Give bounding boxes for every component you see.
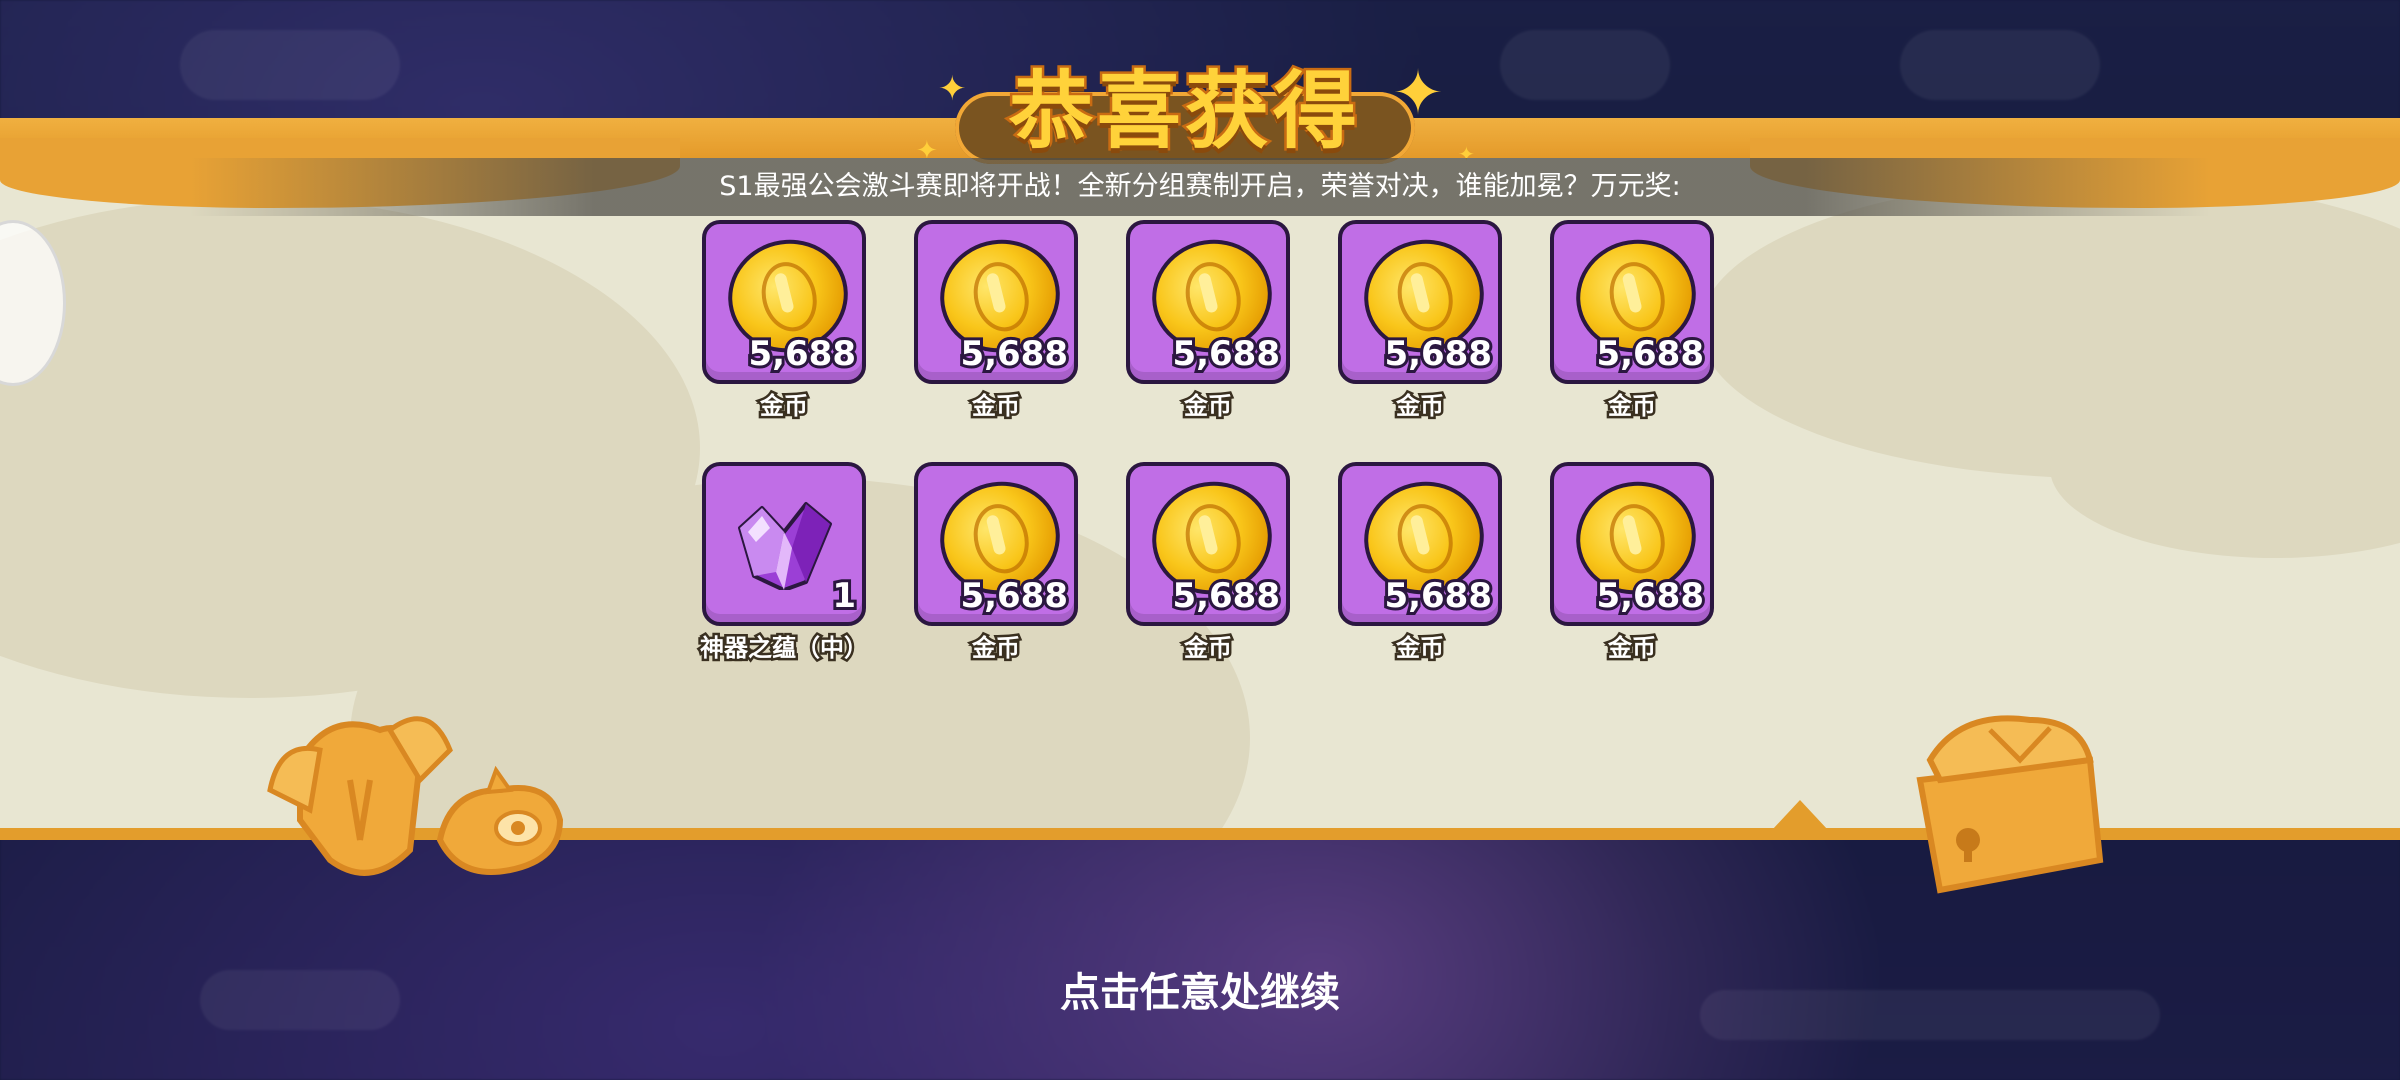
sparkle-icon: ✦ [1392, 56, 1444, 129]
reward-name: 金币 [1394, 390, 1447, 423]
reward-grid: 5,688 金币 5,688 金币 5,688 金币 5,688 金币 5,68… [678, 214, 1738, 682]
reward-tile: 5,688 [1550, 220, 1714, 384]
reward-count: 5,688 [1381, 573, 1495, 619]
reward-name: 金币 [1182, 390, 1235, 423]
reward-name: 神器之蕴（中） [698, 632, 871, 665]
reward-name: 金币 [758, 390, 811, 423]
reward-count: 5,688 [1381, 331, 1495, 377]
reward-tile: 1 [702, 462, 866, 626]
treasure-chest-icon[interactable] [1900, 700, 2120, 900]
reward-tile: 5,688 [914, 462, 1078, 626]
reward-tile: 5,688 [914, 220, 1078, 384]
reward-name: 金币 [970, 390, 1023, 423]
reward-name: 金币 [1394, 632, 1447, 665]
reward-tile: 5,688 [702, 220, 866, 384]
reward-count: 5,688 [1593, 331, 1707, 377]
purple-crystal-icon [738, 502, 832, 590]
reward-count: 1 [829, 573, 859, 619]
marquee-text: S1最强公会激斗赛即将开战！全新分组赛制开启，荣誉对决，谁能加冕？万元奖: [719, 171, 1681, 202]
reward-count: 5,688 [957, 331, 1071, 377]
reward-name: 金币 [1606, 390, 1659, 423]
tap-to-continue-hint[interactable]: 点击任意处继续 [0, 960, 2400, 1018]
banner-notch [1772, 800, 1828, 830]
reward-tile: 5,688 [1126, 462, 1290, 626]
page-title: 恭喜获得 [1006, 60, 1361, 163]
armor-decoration-icon [267, 716, 564, 876]
reward-name: 金币 [1606, 632, 1659, 665]
sparkle-icon: ✦ [938, 69, 967, 109]
reward-count: 5,688 [1169, 331, 1283, 377]
reward-count: 5,688 [1169, 573, 1283, 619]
reward-tile: 5,688 [1338, 462, 1502, 626]
reward-count: 5,688 [745, 331, 859, 377]
reward-name: 金币 [970, 632, 1023, 665]
reward-tile: 5,688 [1126, 220, 1290, 384]
reward-count: 5,688 [1593, 573, 1707, 619]
reward-tile: 5,688 [1550, 462, 1714, 626]
reward-count: 5,688 [957, 573, 1071, 619]
reward-tile: 5,688 [1338, 220, 1502, 384]
reward-name: 金币 [1182, 632, 1235, 665]
